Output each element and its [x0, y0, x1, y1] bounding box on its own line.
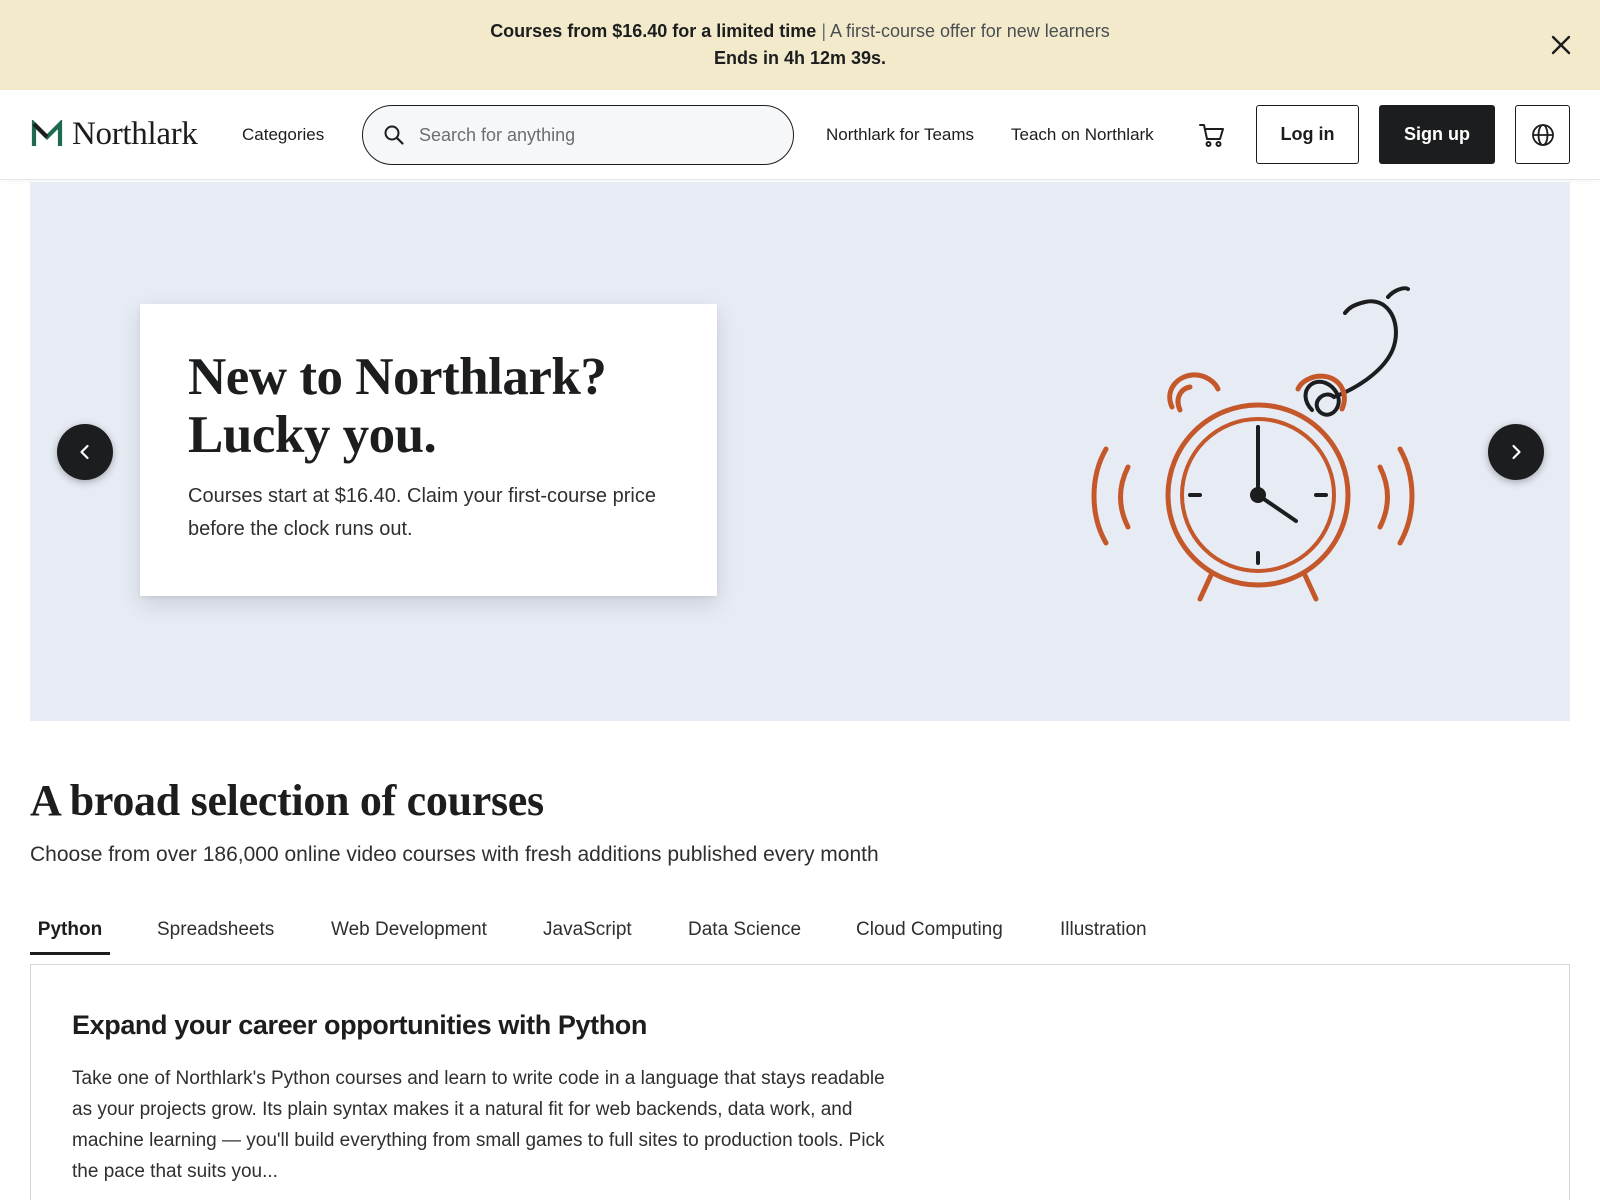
logo-text: Northlark	[72, 115, 198, 152]
globe-icon	[1531, 123, 1554, 146]
teams-link[interactable]: Northlark for Teams	[826, 90, 974, 180]
tab-illustration[interactable]: Illustration	[1060, 905, 1147, 955]
course-category-tabs: Python Spreadsheets Web Development Java…	[30, 905, 1570, 955]
panel-title: Expand your career opportunities with Py…	[72, 1010, 647, 1040]
tab-cloud-computing[interactable]: Cloud Computing	[856, 905, 1003, 955]
promo-close-button[interactable]	[1548, 32, 1574, 58]
cart-button[interactable]	[1198, 121, 1226, 149]
chevron-left-icon	[80, 444, 89, 460]
hero-banner: New to Northlark? Lucky you. Courses sta…	[30, 182, 1570, 721]
hero-next-button[interactable]	[1488, 424, 1544, 480]
cart-icon	[1199, 124, 1224, 147]
hero-card: New to Northlark? Lucky you. Courses sta…	[140, 304, 717, 596]
section-title: A broad selection of courses	[30, 776, 544, 825]
promo-line-1: Courses from $16.40 for a limited time |…	[490, 18, 1110, 45]
active-tab-indicator	[30, 952, 110, 955]
promo-separator: |	[821, 21, 826, 41]
login-button[interactable]: Log in	[1256, 105, 1359, 164]
tab-javascript[interactable]: JavaScript	[543, 905, 632, 955]
logo-mark-icon	[31, 120, 63, 146]
tab-python[interactable]: Python	[30, 905, 110, 955]
hero-title-line-2: Lucky you.	[188, 406, 437, 464]
tab-data-science[interactable]: Data Science	[688, 905, 801, 955]
hero-prev-button[interactable]	[57, 424, 113, 480]
site-header: Northlark Categories Northlark for Teams…	[0, 90, 1600, 180]
search-input[interactable]	[419, 124, 779, 146]
hero-title-line-1: New to Northlark?	[188, 348, 607, 406]
alarm-clock-illustration	[1091, 286, 1415, 602]
teach-link[interactable]: Teach on Northlark	[1011, 90, 1154, 180]
hero-title: New to Northlark? Lucky you.	[188, 348, 669, 464]
section-subtitle: Choose from over 186,000 online video co…	[30, 843, 879, 866]
signup-button[interactable]: Sign up	[1379, 105, 1495, 164]
search-bar[interactable]	[362, 105, 794, 165]
course-panel: Expand your career opportunities with Py…	[30, 964, 1570, 1200]
logo[interactable]: Northlark	[31, 114, 198, 154]
search-icon	[384, 125, 404, 145]
panel-text: Take one of Northlark's Python courses a…	[72, 1068, 885, 1182]
promo-banner: Courses from $16.40 for a limited time |…	[0, 0, 1600, 90]
hero-text: Courses start at $16.40. Claim your firs…	[188, 485, 656, 540]
language-button[interactable]	[1515, 105, 1570, 164]
promo-subtext: A first-course offer for new learners	[830, 21, 1110, 41]
chevron-right-icon	[1512, 444, 1521, 460]
categories-link[interactable]: Categories	[242, 90, 324, 180]
promo-countdown: Ends in 4h 12m 39s.	[713, 48, 887, 68]
close-icon	[1551, 35, 1571, 55]
promo-headline: Courses from $16.40 for a limited time	[490, 21, 817, 41]
tab-spreadsheets[interactable]: Spreadsheets	[157, 905, 274, 955]
tab-web-development[interactable]: Web Development	[331, 905, 487, 955]
